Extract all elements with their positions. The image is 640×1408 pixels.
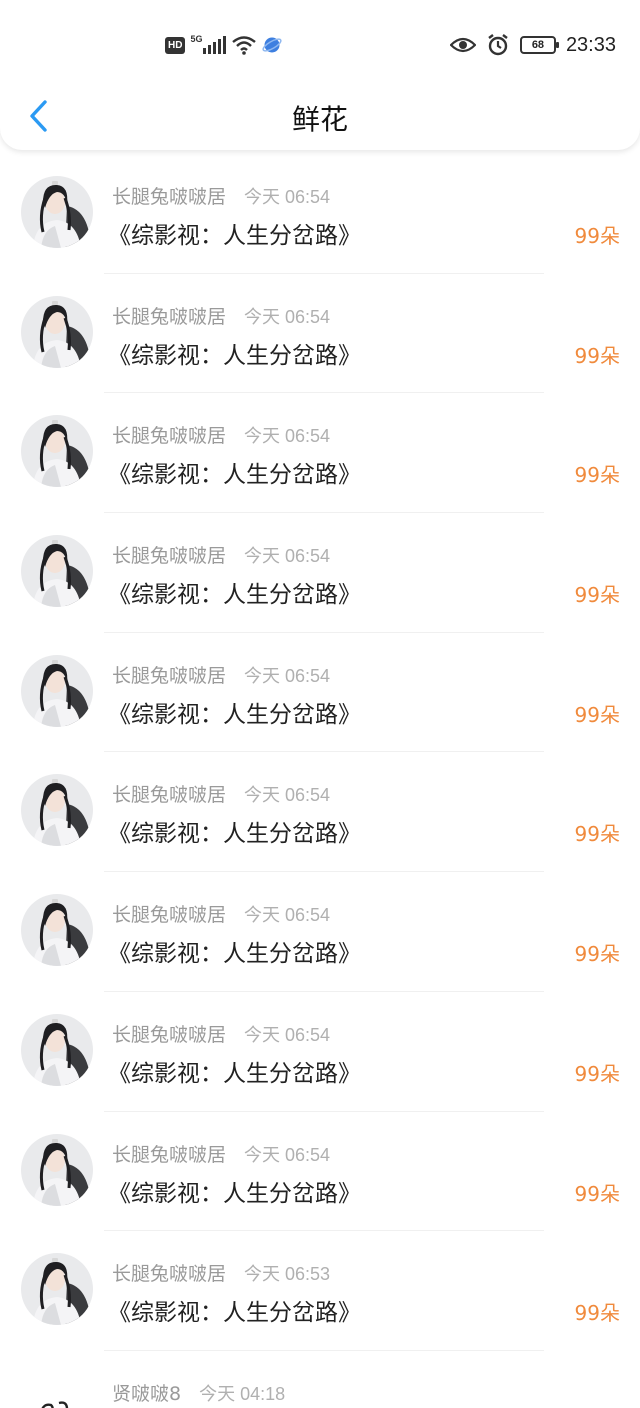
flower-count: 99朵 [574,702,620,727]
hd-icon: HD [165,36,186,54]
list-item[interactable]: 长腿兔啵啵居 今天 06:54 《综影视：人生分岔路》 99朵 [0,274,640,394]
nav-bar: 鲜花 [0,88,640,148]
item-meta: 长腿兔啵啵居 今天 06:54 [112,900,330,927]
status-bar: HD 5G 68 23:33 [0,0,640,88]
book-title[interactable]: 《综影视：人生分岔路》 [108,575,361,609]
book-title[interactable]: 《综影视：人生分岔路》 [108,1293,361,1327]
flower-count: 99朵 [574,1061,620,1086]
book-title[interactable]: 《综影视：人生分岔路》 [108,1054,361,1088]
item-meta: 长腿兔啵啵居 今天 06:54 [112,1020,330,1047]
username[interactable]: 长腿兔啵啵居 [112,1020,226,1047]
alarm-icon [488,34,508,56]
wifi-icon [232,36,257,55]
username[interactable]: 长腿兔啵啵居 [112,421,226,448]
book-title[interactable]: 《综影视：人生分岔路》 [108,814,361,848]
avatar[interactable] [21,1372,93,1408]
flower-count: 99朵 [574,224,620,248]
avatar[interactable] [21,295,93,368]
book-title[interactable]: 《综影视：人生分岔路》 [108,336,361,370]
username[interactable]: 长腿兔啵啵居 [112,541,226,568]
list-item[interactable]: 贤啵啵8 今天 04:18 [0,1351,640,1408]
list-item[interactable]: 长腿兔啵啵居 今天 06:54 《综影视：人生分岔路》 99朵 [0,752,640,872]
status-time: 23:33 [565,33,616,56]
book-title[interactable]: 《综影视：人生分岔路》 [108,216,361,250]
network-type: 5G [190,34,203,44]
item-meta: 长腿兔啵啵居 今天 06:54 [112,661,330,688]
username[interactable]: 长腿兔啵啵居 [112,780,226,807]
book-title[interactable]: 《综影视：人生分岔路》 [108,934,361,968]
item-meta: 长腿兔啵啵居 今天 06:54 [112,1140,330,1167]
timestamp: 今天 06:54 [244,306,331,327]
timestamp: 今天 04:18 [199,1383,286,1404]
avatar[interactable] [21,415,93,488]
item-meta: 长腿兔啵啵居 今天 06:53 [112,1259,330,1286]
timestamp: 今天 06:54 [244,546,331,567]
flower-count: 99朵 [574,1181,620,1206]
timestamp: 今天 06:54 [244,785,331,806]
book-title[interactable]: 《综影视：人生分岔路》 [108,695,361,729]
timestamp: 今天 06:53 [244,1264,331,1285]
list-item[interactable]: 长腿兔啵啵居 今天 06:54 《综影视：人生分岔路》 99朵 [0,992,640,1112]
signal-icon [203,36,227,54]
eye-icon [449,37,476,53]
avatar[interactable] [21,1013,93,1086]
list-item[interactable]: 长腿兔啵啵居 今天 06:53 《综影视：人生分岔路》 99朵 [0,1231,640,1351]
page-title: 鲜花 [291,103,348,136]
list-item[interactable]: 长腿兔啵啵居 今天 06:54 《综影视：人生分岔路》 99朵 [0,872,640,992]
avatar[interactable] [21,535,93,608]
flower-count: 99朵 [574,822,620,847]
list-item[interactable]: 长腿兔啵啵居 今天 06:54 《综影视：人生分岔路》 99朵 [0,393,640,513]
item-meta: 长腿兔啵啵居 今天 06:54 [112,780,330,807]
list-item[interactable]: 长腿兔啵啵居 今天 06:54 《综影视：人生分岔路》 99朵 [0,1112,640,1232]
book-title[interactable]: 《综影视：人生分岔路》 [108,1174,361,1208]
timestamp: 今天 06:54 [244,187,331,207]
flower-count: 99朵 [574,343,620,368]
avatar[interactable] [21,1133,93,1206]
timestamp: 今天 06:54 [244,905,331,926]
list-item[interactable]: 长腿兔啵啵居 今天 06:54 《综影视：人生分岔路》 99朵 [0,513,640,633]
item-meta: 长腿兔啵啵居 今天 06:54 [112,541,330,568]
username[interactable]: 长腿兔啵啵居 [112,1259,226,1286]
avatar[interactable] [21,894,93,967]
item-meta: 贤啵啵8 今天 04:18 [112,1379,285,1406]
status-right: 68 23:33 [449,30,616,60]
item-meta: 长腿兔啵啵居 今天 06:54 [112,302,330,329]
username[interactable]: 长腿兔啵啵居 [112,661,226,688]
username[interactable]: 长腿兔啵啵居 [112,302,226,329]
username[interactable]: 贤啵啵8 [112,1379,181,1406]
timestamp: 今天 06:54 [244,665,331,686]
timestamp: 今天 06:54 [244,1144,331,1165]
avatar[interactable] [21,1253,93,1326]
timestamp: 今天 06:54 [244,1024,331,1045]
username[interactable]: 长腿兔啵啵居 [112,1140,226,1167]
flower-count: 99朵 [574,942,620,967]
username[interactable]: 长腿兔啵啵居 [112,182,226,209]
timestamp: 今天 06:54 [244,426,331,447]
status-left: HD 5G [165,32,283,58]
browser-icon [262,37,283,53]
list-item[interactable]: 长腿兔啵啵居 今天 06:54 《综影视：人生分岔路》 99朵 [0,633,640,753]
avatar[interactable] [21,654,93,727]
battery-icon: 68 [519,36,559,54]
list-item[interactable]: 长腿兔啵啵居 今天 06:54 《综影视：人生分岔路》 99朵 [0,154,640,274]
flower-count: 99朵 [574,463,620,488]
gift-list: 长腿兔啵啵居 今天 06:54 《综影视：人生分岔路》 99朵 长腿兔啵啵居 今… [0,154,640,1408]
item-meta: 长腿兔啵啵居 今天 06:54 [112,182,330,209]
flower-count: 99朵 [574,1301,620,1326]
avatar[interactable] [21,774,93,847]
flower-count: 99朵 [574,583,620,608]
avatar[interactable] [21,176,93,248]
header: HD 5G 68 23:33 鲜花 [0,0,640,150]
item-meta: 长腿兔啵啵居 今天 06:54 [112,421,330,448]
username[interactable]: 长腿兔啵啵居 [112,900,226,927]
book-title[interactable]: 《综影视：人生分岔路》 [108,455,361,489]
